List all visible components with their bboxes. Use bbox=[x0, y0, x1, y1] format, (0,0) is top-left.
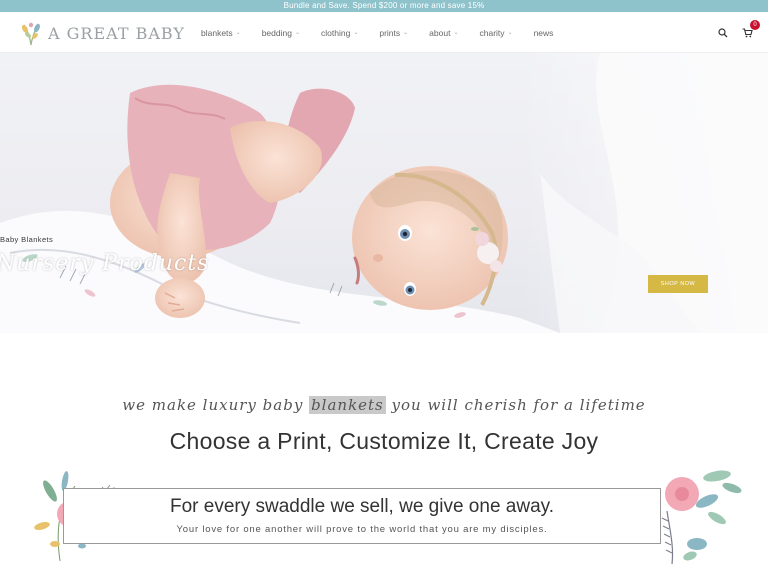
nav-clothing[interactable]: clothing ⌄ bbox=[321, 28, 358, 38]
chevron-down-icon: ⌄ bbox=[294, 30, 300, 36]
charity-title: For every swaddle we sell, we give one a… bbox=[169, 496, 555, 517]
nav-charity[interactable]: charity ⌄ bbox=[479, 28, 512, 38]
cart-icon[interactable]: 0 bbox=[740, 19, 760, 40]
charity-subtitle: Your love for one another will prove to … bbox=[176, 524, 548, 535]
nav-news[interactable]: news bbox=[534, 28, 554, 38]
chevron-down-icon: ⌄ bbox=[507, 30, 513, 36]
brand-logo[interactable]: A GREAT BABY bbox=[18, 18, 185, 48]
nav-bedding[interactable]: bedding ⌄ bbox=[262, 28, 300, 38]
chevron-down-icon: ⌄ bbox=[403, 30, 409, 36]
brand-name: A GREAT BABY bbox=[48, 23, 185, 43]
floral-logo-icon bbox=[21, 22, 40, 46]
nav-label: prints bbox=[379, 27, 401, 38]
chevron-down-icon: ⌄ bbox=[453, 30, 459, 36]
nav-prints[interactable]: prints ⌄ bbox=[379, 28, 408, 38]
floral-decoration-right-icon bbox=[661, 470, 742, 565]
tagline-part: we make luxury baby bbox=[122, 396, 310, 414]
site-header: A GREAT BABY blankets ⌄ bedding ⌄ clothing… bbox=[0, 12, 768, 53]
chevron-down-icon: ⌄ bbox=[235, 30, 241, 36]
charity-callout: For every swaddle we sell, we give one a… bbox=[63, 488, 661, 544]
main-nav: blankets ⌄ bedding ⌄ clothing ⌄ prints ⌄ abo… bbox=[201, 12, 574, 53]
announcement-bar: Bundle and Save. Spend $200 or more and … bbox=[0, 0, 768, 12]
nav-about[interactable]: about ⌄ bbox=[429, 28, 458, 38]
cart-count-badge: 0 bbox=[750, 19, 760, 30]
hero-title: Nursery Products bbox=[0, 251, 210, 276]
tagline-highlight: blankets bbox=[309, 396, 386, 414]
chevron-down-icon: ⌄ bbox=[353, 30, 359, 36]
shop-now-button[interactable]: SHOP NOW bbox=[648, 275, 708, 293]
nav-label: clothing bbox=[321, 27, 351, 38]
nav-label: news bbox=[533, 27, 554, 38]
nav-label: bedding bbox=[261, 27, 292, 38]
header-icons: 0 bbox=[706, 12, 760, 53]
section-heading: Choose a Print, Customize It, Create Joy bbox=[169, 428, 599, 454]
search-icon[interactable] bbox=[716, 26, 730, 40]
nav-label: charity bbox=[479, 27, 505, 38]
tagline-part: you will cherish for a lifetime bbox=[385, 396, 646, 414]
nav-label: blankets bbox=[201, 27, 233, 38]
hero-eyebrow: Baby Blankets bbox=[0, 235, 54, 244]
hero-banner: Baby Blankets Nursery Products SHOP NOW bbox=[0, 53, 768, 333]
tagline: we make luxury baby blankets you will ch… bbox=[0, 396, 768, 414]
nav-label: about bbox=[429, 27, 451, 38]
nav-blankets[interactable]: blankets ⌄ bbox=[201, 28, 241, 38]
